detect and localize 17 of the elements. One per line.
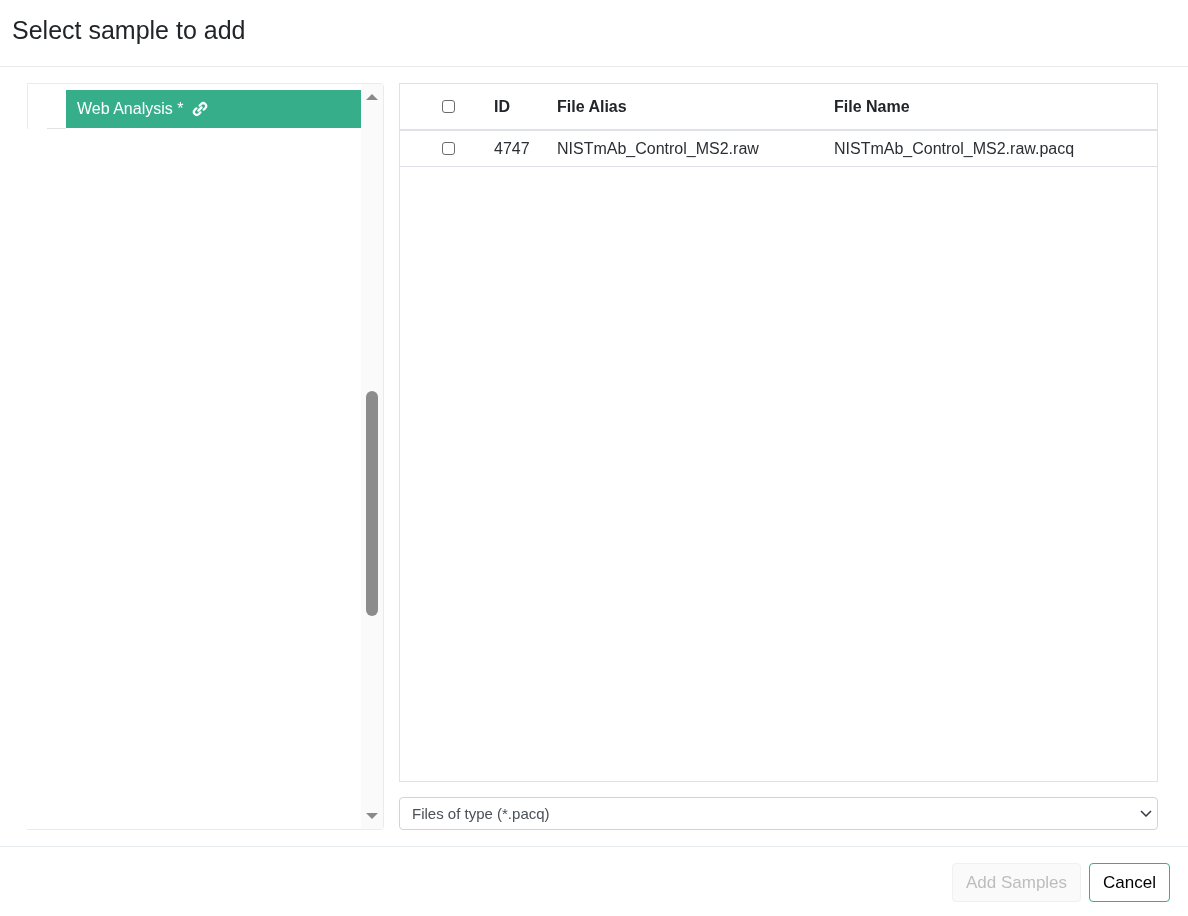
- table-cell-text: NISTmAb_Control_MS2.raw: [556, 139, 760, 158]
- table-cell-text: 4747: [493, 139, 531, 158]
- column-header: ID: [493, 97, 511, 116]
- scrollbar-thumb[interactable]: [366, 391, 378, 616]
- scrollbar[interactable]: [361, 84, 383, 829]
- link-icon: [192, 101, 209, 117]
- scroll-up-arrow-icon[interactable]: [366, 94, 378, 100]
- chevron-down-icon: [1140, 810, 1152, 817]
- table-cell-text: NISTmAb_Control_MS2.raw.pacq: [833, 139, 1076, 158]
- dialog-button[interactable]: Cancel: [1089, 863, 1170, 902]
- scroll-down-arrow-icon[interactable]: [366, 813, 378, 819]
- column-header: File Name: [833, 97, 911, 116]
- row-checkbox[interactable]: [442, 142, 455, 155]
- column-header: File Alias: [556, 97, 628, 116]
- select-all-checkbox[interactable]: [442, 100, 455, 113]
- file-type-dropdown[interactable]: Files of type (*.pacq): [399, 797, 1158, 830]
- dialog-title: Select sample to add: [12, 15, 246, 45]
